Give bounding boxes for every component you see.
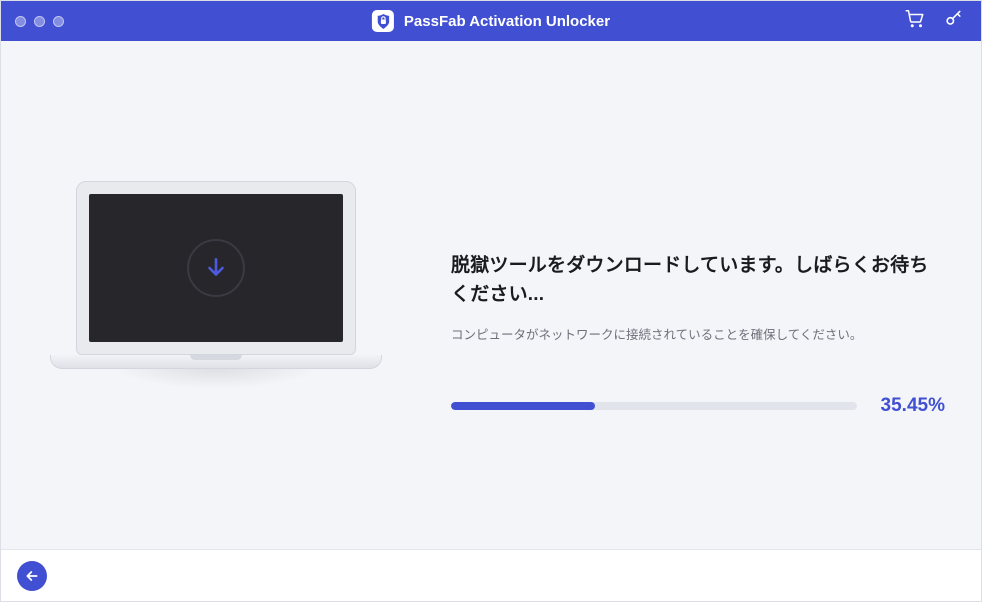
laptop-notch (190, 355, 242, 360)
back-button[interactable] (17, 561, 47, 591)
window-zoom-button[interactable] (53, 16, 64, 27)
key-icon[interactable] (944, 9, 963, 33)
progress-track (451, 402, 857, 410)
progress-fill (451, 402, 595, 410)
status-panel: 脱獄ツールをダウンロードしています。しばらくお待ちください... コンピュータが… (431, 41, 981, 417)
window-controls (15, 16, 64, 27)
app-title: PassFab Activation Unlocker (404, 13, 610, 30)
footer-bar (1, 549, 981, 601)
laptop-screen-inner (89, 194, 343, 342)
progress-percent-label: 35.45% (871, 395, 945, 417)
laptop-shadow (66, 365, 366, 435)
app-title-group: PassFab Activation Unlocker (372, 10, 610, 32)
status-heading: 脱獄ツールをダウンロードしています。しばらくお待ちください... (451, 251, 945, 310)
laptop-illustration (76, 181, 356, 355)
cart-icon[interactable] (905, 10, 924, 33)
window-minimize-button[interactable] (34, 16, 45, 27)
progress-bar: 35.45% (451, 395, 945, 417)
window-close-button[interactable] (15, 16, 26, 27)
title-bar: PassFab Activation Unlocker (1, 1, 981, 41)
download-arrow-icon (187, 239, 245, 297)
app-logo-icon (372, 10, 394, 32)
main-content: 脱獄ツールをダウンロードしています。しばらくお待ちください... コンピュータが… (1, 41, 981, 549)
arrow-left-icon (24, 568, 40, 584)
status-subtext: コンピュータがネットワークに接続されていることを確保してください。 (451, 324, 945, 343)
illustration-panel (1, 41, 431, 435)
laptop-base (50, 355, 382, 369)
